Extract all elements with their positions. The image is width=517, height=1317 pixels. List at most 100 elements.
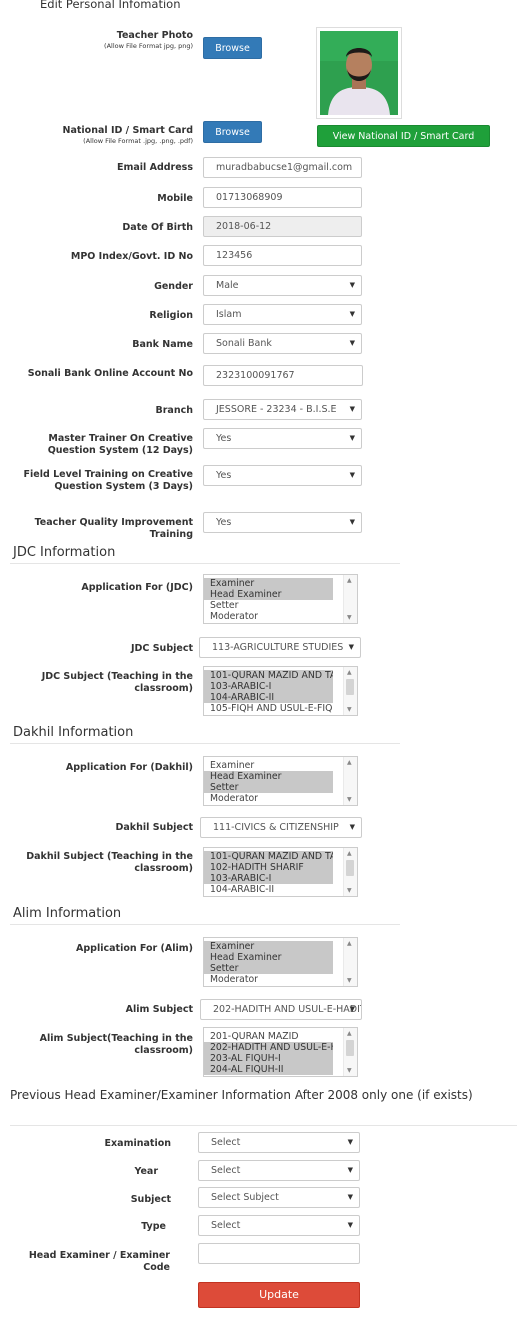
listbox-option[interactable]: 201-QURAN MAZID (204, 1031, 333, 1042)
quality-training-label: Teacher Quality Improvement Training (34, 517, 193, 540)
caret-down-icon: ▼ (349, 281, 355, 289)
alim-subject-select[interactable]: 202-HADITH AND USUL-E-HADITH ▼ (200, 999, 362, 1020)
dakhil-subject-select[interactable]: 111-CIVICS & CITIZENSHIP ▼ (200, 817, 362, 838)
nid-browse-button[interactable]: Browse (203, 121, 262, 143)
type-select[interactable]: Select ▼ (198, 1215, 360, 1236)
caret-down-icon: ▼ (347, 1221, 353, 1229)
branch-select-value: JESSORE - 23234 - B.I.S.E (216, 404, 337, 415)
previous-section-title: Previous Head Examiner/Examiner Informat… (10, 1088, 473, 1102)
account-label: Sonali Bank Online Account No (27, 368, 193, 379)
listbox-option[interactable]: Head Examiner (204, 771, 333, 782)
caret-down-icon: ▼ (349, 518, 355, 526)
scrollbar[interactable]: ▲ ▼ (343, 938, 357, 986)
dob-input[interactable]: 2018-06-12 (203, 216, 362, 237)
listbox-option[interactable]: 101-QURAN MAZID AND TAJWID (204, 851, 333, 862)
caret-down-icon: ▼ (347, 1193, 353, 1201)
gender-select[interactable]: Male ▼ (203, 275, 362, 296)
listbox-option[interactable]: Examiner (204, 760, 333, 771)
scroll-thumb[interactable] (346, 860, 354, 876)
dakhil-application-listbox[interactable]: Examiner Head Examiner Setter Moderator ▲ ▼ (203, 756, 358, 806)
listbox-option[interactable]: 203-AL FIQUH-I (204, 1053, 333, 1064)
religion-select[interactable]: Islam ▼ (203, 304, 362, 325)
jdc-teaching-listbox[interactable]: 101-QURAN MAZID AND TAJWID103-ARABIC-I10… (203, 666, 358, 716)
examination-label: Examination (104, 1138, 171, 1149)
listbox-option[interactable]: 105-FIQH AND USUL-E-FIQH (204, 703, 333, 714)
subject-select[interactable]: Select Subject ▼ (198, 1187, 360, 1208)
listbox-option[interactable]: Moderator (204, 793, 333, 804)
listbox-option[interactable]: 103-ARABIC-I (204, 873, 333, 884)
master-trainer-label: Master Trainer On Creative Question Syst… (47, 433, 193, 456)
scrollbar[interactable]: ▲ ▼ (343, 848, 357, 896)
religion-select-value: Islam (216, 309, 242, 320)
bank-select[interactable]: Sonali Bank ▼ (203, 333, 362, 354)
scroll-thumb[interactable] (346, 1040, 354, 1056)
jdc-subject-label: JDC Subject (131, 643, 193, 654)
jdc-application-label: Application For (JDC) (81, 582, 193, 593)
scrollbar[interactable]: ▲ ▼ (343, 575, 357, 623)
scroll-up-icon[interactable]: ▲ (347, 577, 352, 584)
year-label: Year (134, 1166, 158, 1177)
alim-application-listbox[interactable]: Examiner Head Examiner Setter Moderator ▲ ▼ (203, 937, 358, 987)
scroll-up-icon[interactable]: ▲ (347, 1030, 352, 1037)
listbox-option[interactable]: Examiner (204, 578, 333, 589)
mpo-input[interactable]: 123456 (203, 245, 362, 266)
listbox-option[interactable]: Moderator (204, 974, 333, 985)
scroll-up-icon[interactable]: ▲ (347, 940, 352, 947)
branch-label: Branch (155, 405, 194, 416)
scroll-up-icon[interactable]: ▲ (347, 759, 352, 766)
scrollbar[interactable]: ▲ ▼ (343, 1028, 357, 1076)
scroll-down-icon[interactable]: ▼ (347, 1067, 352, 1074)
listbox-option[interactable]: Setter (204, 600, 333, 611)
jdc-subject-select[interactable]: 113-AGRICULTURE STUDIES ▼ (199, 637, 361, 658)
scroll-up-icon[interactable]: ▲ (347, 850, 352, 857)
listbox-option[interactable]: 103-ARABIC-I (204, 681, 333, 692)
scroll-down-icon[interactable]: ▼ (347, 706, 352, 713)
scroll-down-icon[interactable]: ▼ (347, 796, 352, 803)
listbox-option[interactable]: Setter (204, 963, 333, 974)
listbox-option[interactable]: Setter (204, 782, 333, 793)
mobile-label: Mobile (157, 193, 193, 204)
dakhil-subject-select-value: 111-CIVICS & CITIZENSHIP (213, 822, 339, 833)
examination-select[interactable]: Select ▼ (198, 1132, 360, 1153)
branch-select[interactable]: JESSORE - 23234 - B.I.S.E ▼ (203, 399, 362, 420)
listbox-option[interactable]: Examiner (204, 941, 333, 952)
scroll-down-icon[interactable]: ▼ (347, 887, 352, 894)
scroll-thumb[interactable] (346, 679, 354, 695)
listbox-option[interactable]: 102-HADITH SHARIF (204, 862, 333, 873)
view-nid-button[interactable]: View National ID / Smart Card (317, 125, 490, 147)
field-training-select[interactable]: Yes ▼ (203, 465, 362, 486)
email-input[interactable]: muradbabucse1@gmail.com (203, 157, 362, 178)
scroll-down-icon[interactable]: ▼ (347, 977, 352, 984)
jdc-application-listbox[interactable]: Examiner Head Examiner Setter Moderator ▲ ▼ (203, 574, 358, 624)
scrollbar[interactable]: ▲ ▼ (343, 667, 357, 715)
photo-browse-button[interactable]: Browse (203, 37, 262, 59)
mobile-input[interactable]: 01713068909 (203, 187, 362, 208)
quality-training-select[interactable]: Yes ▼ (203, 512, 362, 533)
year-select[interactable]: Select ▼ (198, 1160, 360, 1181)
listbox-option[interactable]: Head Examiner (204, 589, 333, 600)
listbox-option[interactable]: 202-HADITH AND USUL-E-HADITH (204, 1042, 333, 1053)
account-input[interactable]: 2323100091767 (203, 365, 363, 386)
field-training-select-value: Yes (216, 470, 232, 481)
examiner-code-input[interactable] (198, 1243, 360, 1264)
listbox-option[interactable]: 104-ARABIC-II (204, 884, 333, 895)
master-trainer-select[interactable]: Yes ▼ (203, 428, 362, 449)
quality-training-select-value: Yes (216, 517, 232, 528)
dob-label: Date Of Birth (122, 222, 193, 233)
scrollbar[interactable]: ▲ ▼ (343, 757, 357, 805)
listbox-option[interactable]: Head Examiner (204, 952, 333, 963)
scroll-down-icon[interactable]: ▼ (347, 614, 352, 621)
dakhil-teaching-listbox[interactable]: 101-QURAN MAZID AND TAJWID102-HADITH SHA… (203, 847, 358, 897)
listbox-option[interactable]: 101-QURAN MAZID AND TAJWID (204, 670, 333, 681)
national-id-label: National ID / Smart Card (Allow File For… (8, 125, 193, 146)
dakhil-section-divider (10, 743, 400, 744)
jdc-teaching-label: JDC Subject (Teaching in the classroom) (41, 671, 193, 694)
listbox-option[interactable]: 104-ARABIC-II (204, 692, 333, 703)
scroll-up-icon[interactable]: ▲ (347, 669, 352, 676)
update-button[interactable]: Update (198, 1282, 360, 1308)
caret-down-icon: ▼ (348, 643, 354, 651)
alim-subject-select-value: 202-HADITH AND USUL-E-HADITH (213, 1004, 362, 1015)
listbox-option[interactable]: Moderator (204, 611, 333, 622)
alim-teaching-listbox[interactable]: 201-QURAN MAZID202-HADITH AND USUL-E-HAD… (203, 1027, 358, 1077)
listbox-option[interactable]: 204-AL FIQUH-II (204, 1064, 333, 1075)
